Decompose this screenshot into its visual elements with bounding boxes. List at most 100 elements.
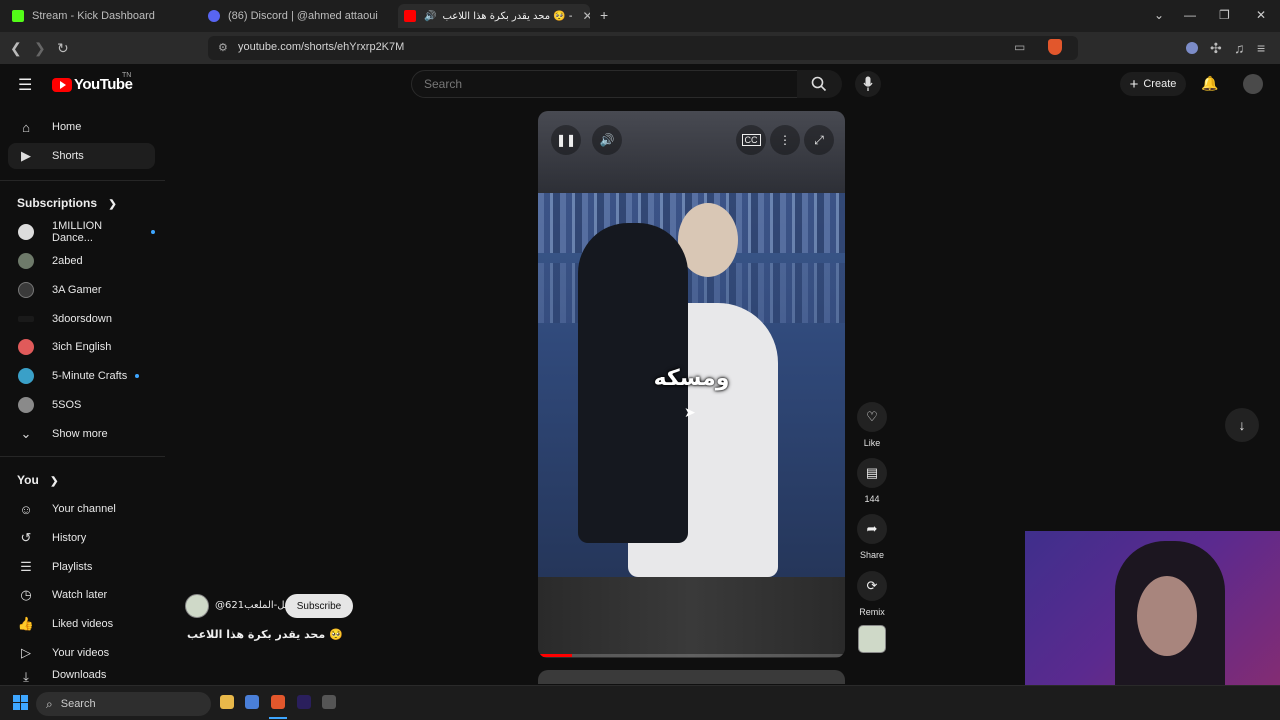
volume-button[interactable]: 🔊 xyxy=(592,125,622,155)
taskbar-search[interactable]: ⌕ Search xyxy=(36,692,211,716)
media-icon[interactable]: ♫ xyxy=(1234,40,1245,56)
tab-title: Stream - Kick Dashboard xyxy=(32,10,155,22)
close-window-icon[interactable]: ✕ xyxy=(1256,8,1266,22)
share-action[interactable]: ➦ Share xyxy=(857,514,887,560)
subscription-item[interactable]: 3ich English xyxy=(8,334,155,360)
sidebar-item-your-videos[interactable]: ▷ Your videos xyxy=(8,640,155,666)
more-options-button[interactable]: ⋮ xyxy=(770,125,800,155)
search-icon xyxy=(811,76,827,92)
search-input[interactable] xyxy=(424,77,784,91)
subscription-label: 1MILLION Dance... xyxy=(52,220,103,244)
show-more-label: Show more xyxy=(52,428,108,440)
subscription-item[interactable]: 1MILLION Dance... xyxy=(8,219,155,245)
remix-icon[interactable]: ⟳ xyxy=(857,571,887,601)
restore-icon[interactable]: ❐ xyxy=(1219,8,1230,22)
pause-button[interactable]: ❚❚ xyxy=(551,125,581,155)
sidebar-item-label: Liked videos xyxy=(52,618,114,630)
search-box xyxy=(411,70,798,98)
heart-icon[interactable]: ♡ xyxy=(857,402,887,432)
sound-thumbnail[interactable] xyxy=(858,625,886,653)
pause-icon: ❚❚ xyxy=(555,133,577,147)
new-content-dot xyxy=(151,230,155,234)
subscriptions-title: Subscriptions xyxy=(17,196,98,210)
captions-button[interactable]: CC xyxy=(736,125,766,155)
arrow-down-icon: ↓ xyxy=(1238,417,1246,433)
sidebar-item-home[interactable]: ⌂ Home xyxy=(8,114,155,140)
brave-browser-icon[interactable] xyxy=(271,695,285,709)
brave-shield-icon[interactable] xyxy=(1048,39,1062,55)
clock-icon: ◷ xyxy=(20,587,32,602)
remix-action[interactable]: ⟳ Remix xyxy=(857,571,887,617)
create-button[interactable]: + Create xyxy=(1120,72,1186,96)
hamburger-menu-icon[interactable]: ☰ xyxy=(18,75,32,95)
subscription-label: 5SOS xyxy=(52,399,82,411)
close-tab-icon[interactable]: ✕ xyxy=(583,9,590,23)
share-icon[interactable]: ➦ xyxy=(857,514,887,544)
comment-icon[interactable]: ▤ xyxy=(857,458,887,488)
tab-youtube-short[interactable]: 🔊 محد يقدر بكرة هذا اللاعب 🥺 - ✕ xyxy=(398,4,590,28)
youtube-icon xyxy=(404,10,416,22)
forward-icon[interactable]: ❯ xyxy=(34,40,46,57)
fullscreen-button[interactable]: ⤢ xyxy=(804,125,834,155)
subscription-item[interactable]: 5-Minute Crafts xyxy=(8,363,155,389)
back-icon[interactable]: ❮ xyxy=(10,40,22,57)
sidebar-item-your-channel[interactable]: ☺ Your channel xyxy=(8,496,155,522)
menu-icon[interactable]: ≡ xyxy=(1257,40,1265,56)
sidebar-item-label: Your videos xyxy=(52,647,110,659)
subscription-item[interactable]: 2abed xyxy=(8,248,155,274)
sidebar-item-history[interactable]: ↺ History xyxy=(8,525,155,551)
subscription-label: 3ich English xyxy=(52,341,112,353)
shorts-icon: ▶ xyxy=(21,148,31,163)
show-more-button[interactable]: ⌄ Show more xyxy=(8,421,155,447)
sidebar-item-watch-later[interactable]: ◷ Watch later xyxy=(8,582,155,608)
reload-icon[interactable]: ↻ xyxy=(57,40,69,57)
video-caption: ومسكه xyxy=(653,366,730,391)
streamer-face xyxy=(1137,576,1197,656)
tab-kick-dashboard[interactable]: Stream - Kick Dashboard xyxy=(12,4,202,28)
sidebar-item-playlists[interactable]: ☰ Playlists xyxy=(8,554,155,580)
video-progress-bar[interactable] xyxy=(538,654,845,657)
subscription-item[interactable]: 5SOS xyxy=(8,392,155,418)
sidebar-item-liked-videos[interactable]: 👍 Liked videos xyxy=(8,611,155,637)
minimize-icon[interactable]: — xyxy=(1184,8,1196,22)
extensions-icon[interactable]: ✣ xyxy=(1210,40,1222,57)
new-tab-button[interactable]: + xyxy=(600,7,608,23)
tab-list-icon[interactable]: ⌄ xyxy=(1154,8,1164,22)
channel-avatar xyxy=(18,282,34,298)
premiere-pro-icon[interactable] xyxy=(297,695,311,709)
next-short-preview[interactable] xyxy=(538,670,845,684)
subscribe-button[interactable]: Subscribe xyxy=(285,594,353,618)
sidebar-item-shorts[interactable]: ▶ Shorts xyxy=(8,143,155,169)
subscription-item[interactable]: 3A Gamer xyxy=(8,277,155,303)
cast-icon[interactable]: ▭ xyxy=(1014,40,1025,54)
video-icon: ▷ xyxy=(21,645,31,660)
tab-discord[interactable]: (86) Discord | @ahmed attaoui xyxy=(208,4,388,28)
next-video-button[interactable]: ↓ xyxy=(1225,408,1259,442)
comment-action[interactable]: ▤ 144 xyxy=(857,458,887,504)
site-settings-icon[interactable]: ⚙ xyxy=(218,41,228,54)
channel-avatar[interactable] xyxy=(185,594,209,618)
notifications-bell-icon[interactable]: 🔔 xyxy=(1201,75,1218,92)
subscriptions-heading[interactable]: Subscriptions ❯ xyxy=(17,196,117,210)
app-icon[interactable] xyxy=(322,695,336,709)
windows-start-icon[interactable] xyxy=(13,695,28,710)
subscription-item[interactable]: 3doorsdown xyxy=(8,306,155,332)
like-action[interactable]: ♡ Like xyxy=(857,402,887,448)
store-icon[interactable] xyxy=(245,695,259,709)
short-video-player[interactable]: ومسكه ❚❚ 🔊 CC ⋮ ⤢ xyxy=(538,111,845,658)
profile-extension-icon[interactable] xyxy=(1186,42,1198,54)
channel-name[interactable]: @عقل-الملعب621 xyxy=(215,600,296,611)
file-explorer-icon[interactable] xyxy=(220,695,234,709)
voice-search-button[interactable] xyxy=(855,71,881,97)
sidebar-item-downloads[interactable]: ⤓ Downloads xyxy=(8,669,155,685)
channel-avatar xyxy=(18,224,34,240)
youtube-logo-icon[interactable] xyxy=(52,78,72,92)
create-label: Create xyxy=(1143,78,1177,90)
browser-toolbar: ❮ ❯ ↻ ⚙ youtube.com/shorts/ehYrxrp2K7M ▭… xyxy=(0,32,1280,64)
search-button[interactable] xyxy=(797,70,842,98)
address-bar[interactable]: ⚙ youtube.com/shorts/ehYrxrp2K7M ▭ xyxy=(208,36,1078,60)
plus-icon: + xyxy=(1129,75,1139,93)
you-heading[interactable]: You ❯ xyxy=(17,473,59,487)
short-title[interactable]: محد يقدر بكرة هذا اللاعب 🥺 xyxy=(187,628,343,641)
avatar[interactable] xyxy=(1243,74,1263,94)
